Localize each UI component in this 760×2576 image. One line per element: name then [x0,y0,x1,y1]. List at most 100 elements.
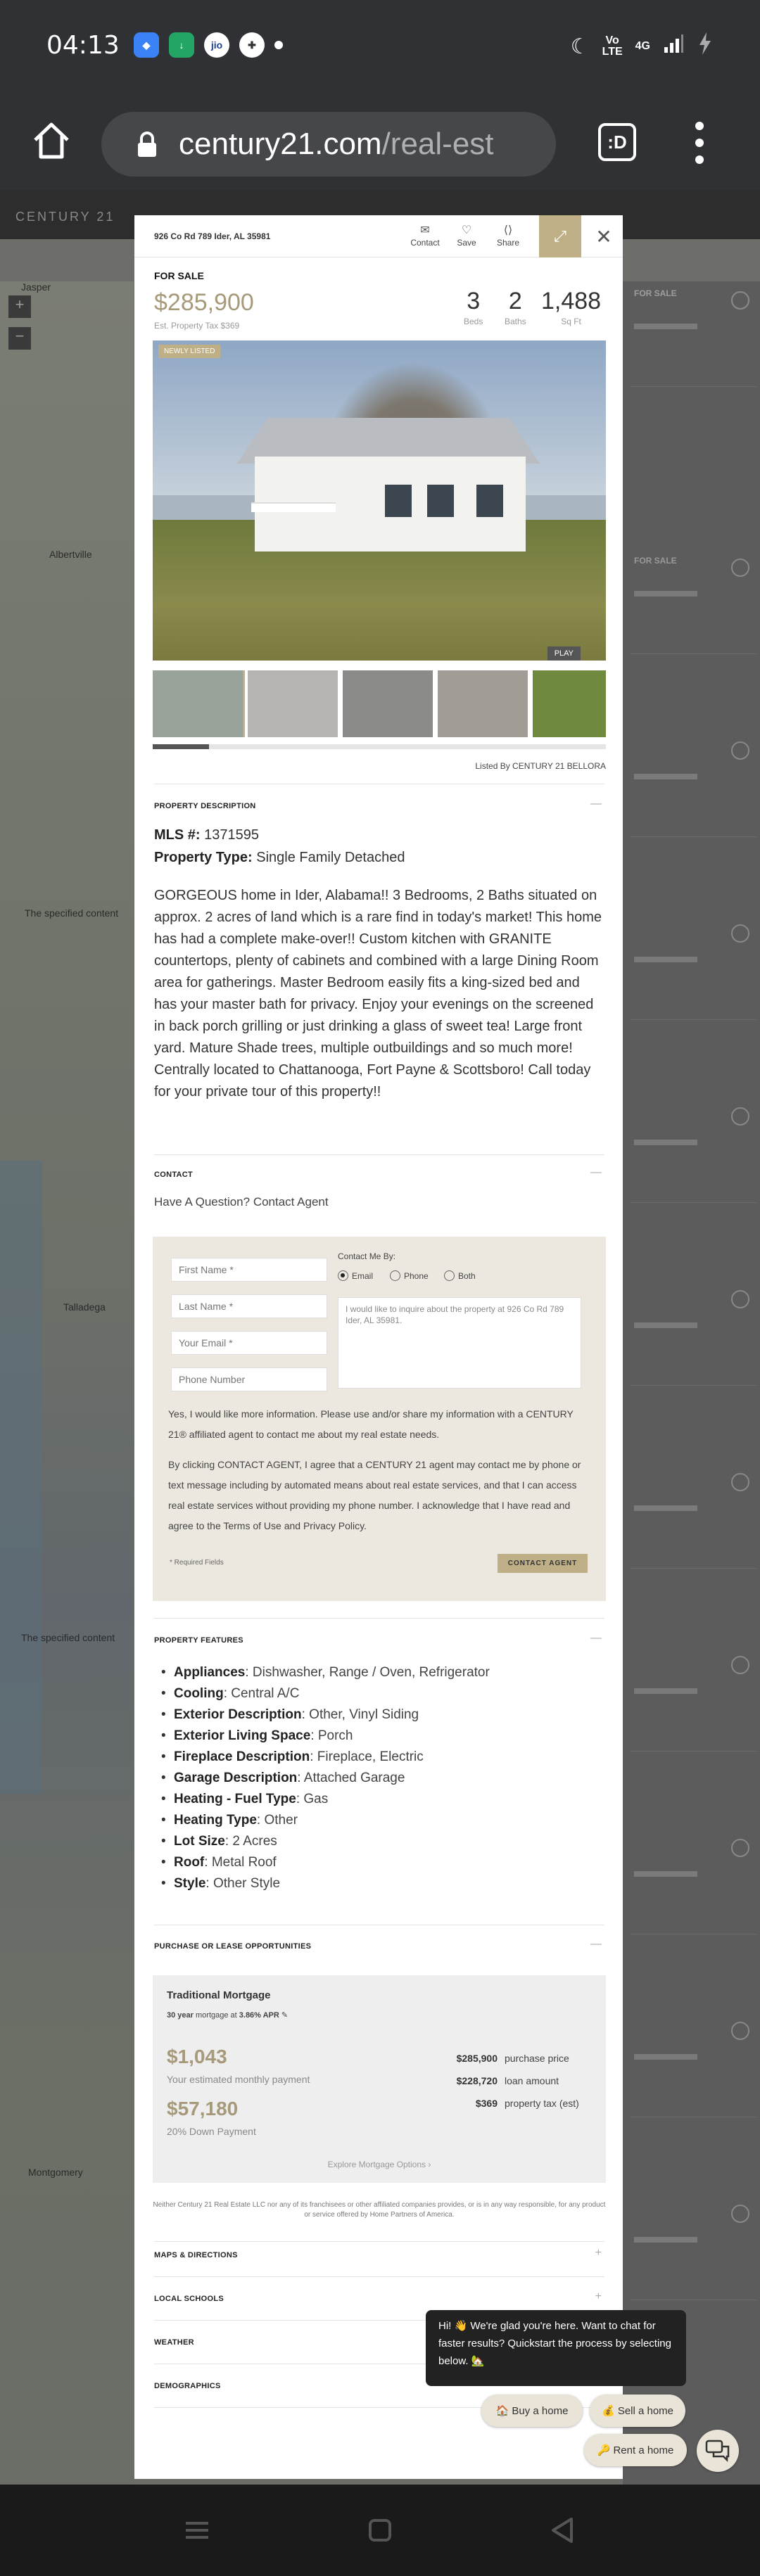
feature-item: Exterior Living Space: Porch [161,1726,596,1747]
thumbnail-scrollbar[interactable] [153,744,606,749]
play-button[interactable]: PLAY [547,646,581,661]
feature-item: Roof: Metal Roof [161,1852,596,1873]
down-payment: $57,180 [167,2098,239,2119]
section-heading-contact[interactable]: CONTACT [154,1171,193,1179]
radio-both[interactable]: Both [444,1270,476,1281]
more-notifications-icon [274,41,283,49]
mls-number: MLS #: 1371595 [154,827,259,843]
map-zoom-out-button[interactable]: − [8,327,31,350]
down-payment-label: 20% Down Payment [167,2126,256,2137]
consent-info: Yes, I would like more information. Plea… [168,1408,574,1440]
section-weather[interactable]: WEATHER [154,2338,194,2347]
chat-bubble-icon[interactable] [697,2430,739,2472]
share-action-label: Share [496,238,520,248]
battery-charging-icon [697,31,714,62]
listing-modal: 926 Co Rd 789 Ider, AL 35981 ✉ Contact ♡… [134,215,623,2479]
feature-item: Cooling: Central A/C [161,1683,596,1704]
tab-switcher-button[interactable]: :D [598,123,636,161]
collapse-icon[interactable]: — [590,1166,602,1179]
feature-item: Lot Size: 2 Acres [161,1831,596,1852]
close-icon[interactable]: ✕ [585,215,623,257]
photo-thumbnails [153,670,606,737]
feature-item: Garage Description: Attached Garage [161,1768,596,1789]
jio-icon: jio [204,32,229,58]
browser-menu-icon[interactable] [692,122,707,164]
first-name-input[interactable] [171,1258,327,1282]
section-schools[interactable]: LOCAL SCHOOLS [154,2295,224,2303]
feature-item: Heating Type: Other [161,1810,596,1831]
section-demographics[interactable]: DEMOGRAPHICS [154,2382,221,2390]
newly-listed-badge: NEWLY LISTED [158,345,221,358]
recents-icon[interactable] [176,2509,218,2551]
map-label: Albertville [49,549,92,560]
listing-price: $285,900 [154,289,254,316]
section-heading-purchase[interactable]: PURCHASE OR LEASE OPPORTUNITIES [154,1942,311,1951]
map-label: Jasper [21,281,51,293]
main-photo[interactable]: NEWLY LISTED PLAY [153,340,606,661]
collapse-icon[interactable]: — [590,798,602,810]
mortgage-disclaimer: Neither Century 21 Real Estate LLC nor a… [153,2201,606,2219]
heart-icon: ♡ [461,224,472,236]
sell-home-chip[interactable]: 💰 Sell a home [590,2395,685,2427]
collapse-icon[interactable]: — [590,1938,602,1951]
mortgage-terms[interactable]: 30 year mortgage at 3.86% APR ✎ [167,2010,288,2020]
thumbnail[interactable] [533,670,606,737]
explore-mortgage-link[interactable]: Explore Mortgage Options › [153,2160,606,2169]
notification-icons: ◆ ↓ jio ✚ [134,32,283,58]
rent-home-chip[interactable]: 🔑 Rent a home [584,2434,687,2466]
expand-icon[interactable]: ⤢ [539,215,581,257]
contact-question: Have A Question? Contact Agent [154,1195,329,1209]
browser-toolbar: century21.com/real-est :D [0,95,760,190]
baths-stat: 2 Baths [505,288,526,326]
expand-plus-icon[interactable]: + [595,2290,602,2303]
message-textarea[interactable]: I would like to inquire about the proper… [338,1297,581,1389]
lock-icon [137,131,158,158]
map-label: The specified content [21,1632,115,1643]
collapse-icon[interactable]: — [590,1632,602,1645]
thumbnail[interactable] [438,670,528,737]
status-time: 04:13 [46,31,120,60]
map-zoom-in-button[interactable]: + [8,295,31,318]
share-action[interactable]: ⟨⟩ Share [490,224,526,248]
section-heading-features[interactable]: PROPERTY FEATURES [154,1636,243,1645]
email-input[interactable] [171,1331,327,1355]
edit-pencil-icon[interactable]: ✎ [281,2011,288,2020]
buy-home-chip[interactable]: 🏠 Buy a home [481,2395,583,2427]
contact-form: Contact Me By: Email Phone Both I would … [153,1237,606,1601]
thumbnail[interactable] [153,670,245,737]
contact-action[interactable]: ✉ Contact [407,224,443,248]
listing-address: 926 Co Rd 789 Ider, AL 35981 [154,231,271,241]
home-nav-icon[interactable] [359,2509,401,2551]
radio-phone[interactable]: Phone [390,1270,429,1281]
modal-header: 926 Co Rd 789 Ider, AL 35981 ✉ Contact ♡… [134,215,623,257]
thumbnail[interactable] [248,670,338,737]
url-path: /real-est [381,127,494,161]
back-icon[interactable] [542,2509,584,2551]
expand-plus-icon[interactable]: + [595,2247,602,2259]
contact-agent-button[interactable]: CONTACT AGENT [498,1554,588,1573]
map-label: The specified content [25,907,119,919]
features-list: Appliances: Dishwasher, Range / Oven, Re… [161,1662,596,1894]
monthly-payment: $1,043 [167,2046,227,2067]
listed-by: Listed By CENTURY 21 BELLORA [475,761,606,771]
feature-item: Appliances: Dishwasher, Range / Oven, Re… [161,1662,596,1683]
save-action[interactable]: ♡ Save [449,224,484,248]
volte-icon: Vo LTE [602,34,623,58]
section-maps[interactable]: MAPS & DIRECTIONS [154,2251,238,2259]
last-name-input[interactable] [171,1294,327,1318]
home-icon[interactable] [27,116,76,165]
phone-input[interactable] [171,1367,327,1391]
map-label: Montgomery [28,2167,83,2178]
section-heading-description[interactable]: PROPERTY DESCRIPTION [154,802,256,810]
property-type: Property Type: Single Family Detached [154,850,405,865]
radio-email[interactable]: Email [338,1270,373,1281]
thumbnail[interactable] [343,670,433,737]
envelope-icon: ✉ [420,224,430,236]
app-notification-icon: ◆ [134,32,159,58]
status-right-icons: ☾ Vo LTE 4G [571,31,714,62]
address-bar[interactable]: century21.com/real-est [101,112,556,177]
background-logo: CENTURY 21 [15,210,115,224]
feature-item: Style: Other Style [161,1873,596,1894]
signal-icon [663,33,684,60]
background-listing-column: FOR SALE FOR SALE FOR SALE [623,281,760,2485]
